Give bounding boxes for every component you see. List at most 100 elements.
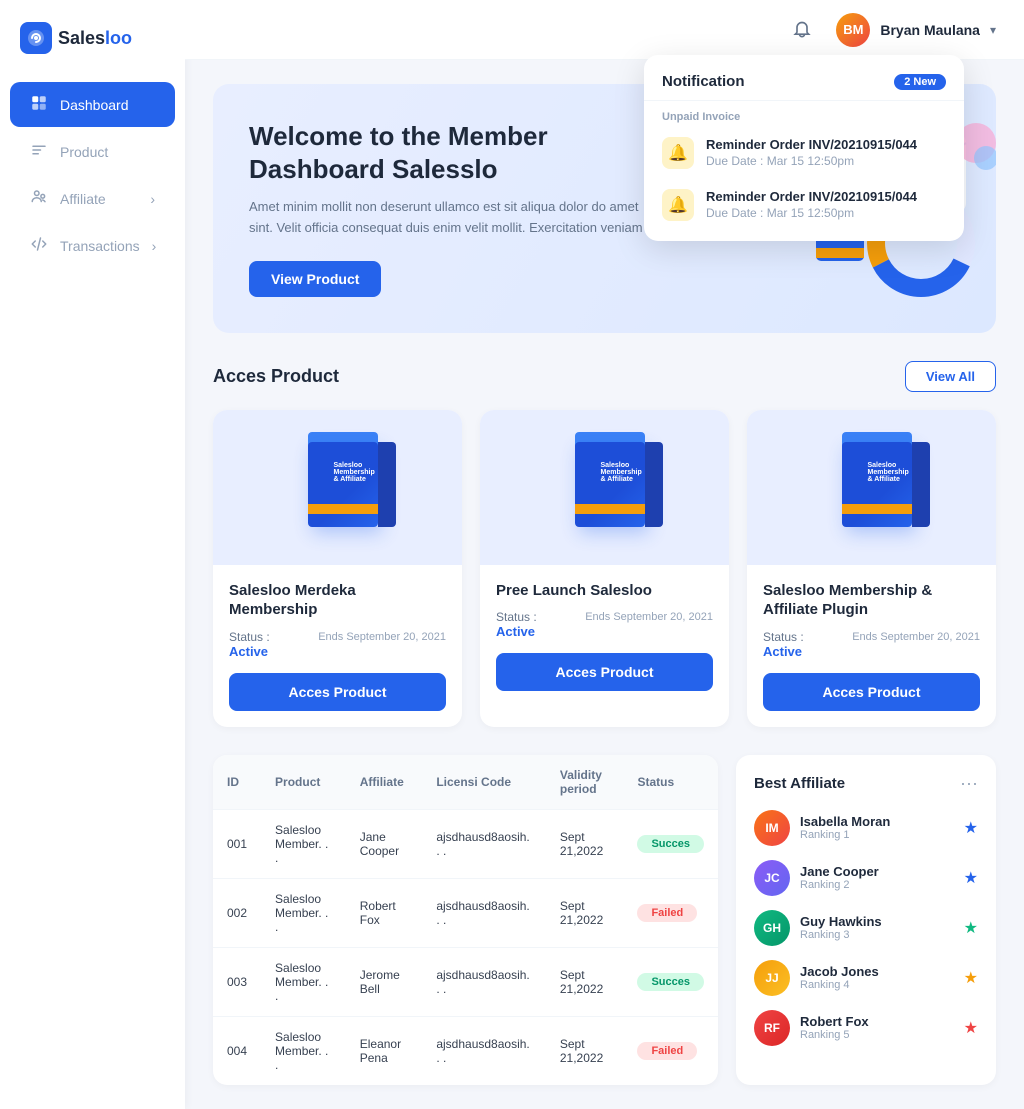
status-value: Active: [229, 644, 270, 659]
sidebar-item-label: Affiliate: [60, 191, 106, 207]
user-name: Bryan Maulana: [880, 22, 980, 38]
product-image: SaleslooMembership & Affiliate: [480, 410, 729, 565]
product-name: Salesloo Merdeka Membership: [229, 581, 446, 620]
product-card: SaleslooMembership & Affiliate Salesloo …: [213, 410, 462, 727]
products-section-header: Acces Product View All: [213, 361, 996, 392]
table-header-id: ID: [213, 755, 261, 810]
table-header-status: Status: [623, 755, 718, 810]
logo-text: Salesloo: [58, 28, 132, 49]
bottom-section: ID Product Affiliate Licensi Code Validi…: [213, 755, 996, 1085]
logo-icon: [20, 22, 52, 54]
status-badge: Succes: [637, 835, 704, 853]
table-header-license: Licensi Code: [422, 755, 546, 810]
star-icon: ★: [964, 968, 978, 988]
affiliate-item: GH Guy Hawkins Ranking 3 ★: [754, 910, 978, 946]
affiliate-item: JC Jane Cooper Ranking 2 ★: [754, 860, 978, 896]
star-icon: ★: [964, 868, 978, 888]
status-label: Status :: [496, 610, 537, 624]
product-ends: Ends September 20, 2021: [585, 610, 713, 625]
product-info: Salesloo Merdeka Membership Status : Act…: [213, 565, 462, 727]
product-meta: Status : Active Ends September 20, 2021: [763, 630, 980, 659]
cell-affiliate: Robert Fox: [346, 878, 423, 947]
star-icon: ★: [964, 918, 978, 938]
affiliate-info: Isabella Moran Ranking 1: [800, 814, 954, 841]
sidebar-item-label: Transactions: [60, 238, 140, 254]
notification-bell-button[interactable]: [784, 12, 820, 48]
cell-license: ajsdhausd8aosih. . .: [422, 1016, 546, 1085]
transactions-icon: [30, 235, 48, 256]
invoice-icon: 🔔: [662, 189, 694, 221]
status-value: Active: [763, 644, 804, 659]
hero-text: Welcome to the Member Dashboard Salesslo…: [249, 120, 649, 297]
sidebar-logo: Salesloo: [0, 0, 185, 72]
affiliate-info: Guy Hawkins Ranking 3: [800, 914, 954, 941]
sidebar: Salesloo Dashboard Product Affiliate ›: [0, 0, 185, 1109]
cell-affiliate: Eleanor Pena: [346, 1016, 423, 1085]
user-menu[interactable]: BM Bryan Maulana ▾: [836, 13, 996, 47]
cell-product: Salesloo Member. . .: [261, 809, 346, 878]
table-row: 003 Salesloo Member. . . Jerome Bell ajs…: [213, 947, 718, 1016]
chevron-right-icon: ›: [152, 238, 157, 254]
cell-id: 003: [213, 947, 261, 1016]
notification-panel: Notification 2 New Unpaid Invoice 🔔 Remi…: [644, 55, 964, 241]
product-card: SaleslooMembership & Affiliate Salesloo …: [747, 410, 996, 727]
invoice-icon: 🔔: [662, 137, 694, 169]
access-product-button[interactable]: Acces Product: [229, 673, 446, 711]
notification-title: Notification: [662, 73, 745, 90]
main-content: BM Bryan Maulana ▾ Notification 2 New Un…: [185, 0, 1024, 1109]
avatar: JC: [754, 860, 790, 896]
notification-sub-text: Due Date : Mar 15 12:50pm: [706, 154, 946, 168]
product-info: Salesloo Membership & Affiliate Plugin S…: [747, 565, 996, 727]
view-product-button[interactable]: View Product: [249, 261, 381, 297]
product-box-illustration: SaleslooMembership & Affiliate: [293, 432, 383, 542]
table-header-validity: Validity period: [546, 755, 624, 810]
more-options-button[interactable]: ···: [960, 773, 978, 794]
affiliate-info: Robert Fox Ranking 5: [800, 1014, 954, 1041]
cell-status: Failed: [623, 1016, 718, 1085]
cell-product: Salesloo Member. . .: [261, 947, 346, 1016]
notification-main-text: Reminder Order INV/20210915/044: [706, 137, 946, 152]
product-box-illustration: SaleslooMembership & Affiliate: [827, 432, 917, 542]
sidebar-item-affiliate[interactable]: Affiliate ›: [10, 176, 175, 221]
affiliate-icon: [30, 188, 48, 209]
product-image: SaleslooMembership & Affiliate: [213, 410, 462, 565]
table-row: 004 Salesloo Member. . . Eleanor Pena aj…: [213, 1016, 718, 1085]
product-image: SaleslooMembership & Affiliate: [747, 410, 996, 565]
notification-header: Notification 2 New: [644, 73, 964, 101]
hero-title: Welcome to the Member Dashboard Salesslo: [249, 120, 649, 185]
cell-id: 002: [213, 878, 261, 947]
cell-id: 001: [213, 809, 261, 878]
product-name: Pree Launch Salesloo: [496, 581, 713, 601]
affiliate-item: JJ Jacob Jones Ranking 4 ★: [754, 960, 978, 996]
avatar: GH: [754, 910, 790, 946]
affiliate-list: IM Isabella Moran Ranking 1 ★ JC Jane Co…: [754, 810, 978, 1046]
status-badge: Failed: [637, 904, 697, 922]
notification-text: Reminder Order INV/20210915/044 Due Date…: [706, 137, 946, 168]
product-meta: Status : Active Ends September 20, 2021: [496, 610, 713, 639]
affiliate-rank: Ranking 4: [800, 979, 954, 991]
affiliate-rank: Ranking 3: [800, 929, 954, 941]
affiliate-info: Jane Cooper Ranking 2: [800, 864, 954, 891]
notification-item: 🔔 Reminder Order INV/20210915/044 Due Da…: [644, 127, 964, 179]
affiliate-name: Jane Cooper: [800, 864, 954, 879]
avatar: JJ: [754, 960, 790, 996]
table-header-product: Product: [261, 755, 346, 810]
star-icon: ★: [964, 818, 978, 838]
sidebar-item-label: Dashboard: [60, 97, 129, 113]
hero-description: Amet minim mollit non deserunt ullamco e…: [249, 197, 649, 239]
affiliate-info: Jacob Jones Ranking 4: [800, 964, 954, 991]
sidebar-item-product[interactable]: Product: [10, 129, 175, 174]
access-product-button[interactable]: Acces Product: [763, 673, 980, 711]
sidebar-item-label: Product: [60, 144, 108, 160]
best-affiliate-card: Best Affiliate ··· IM Isabella Moran Ran…: [736, 755, 996, 1085]
status-label: Status :: [229, 630, 270, 644]
view-all-button[interactable]: View All: [905, 361, 996, 392]
status-value: Active: [496, 624, 537, 639]
cell-validity: Sept 21,2022: [546, 1016, 624, 1085]
status-badge: Failed: [637, 1042, 697, 1060]
cell-affiliate: Jane Cooper: [346, 809, 423, 878]
cell-license: ajsdhausd8aosih. . .: [422, 809, 546, 878]
sidebar-item-transactions[interactable]: Transactions ›: [10, 223, 175, 268]
access-product-button[interactable]: Acces Product: [496, 653, 713, 691]
sidebar-item-dashboard[interactable]: Dashboard: [10, 82, 175, 127]
